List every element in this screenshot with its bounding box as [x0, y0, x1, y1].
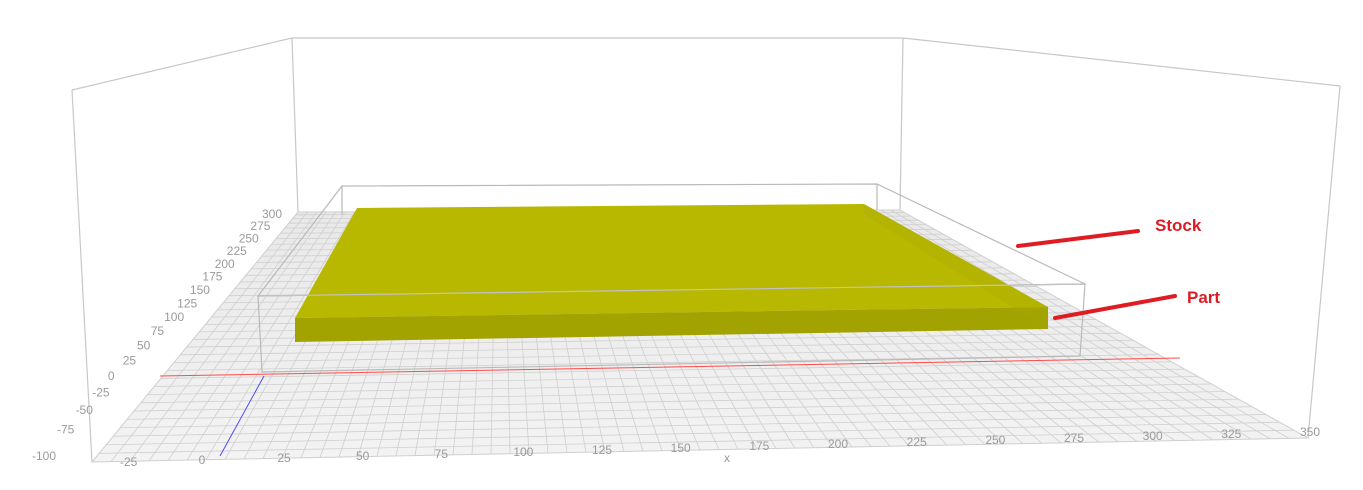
x-axis-label: x [724, 451, 730, 465]
x-tick-label: 125 [592, 443, 612, 457]
y-tick-label: 75 [151, 324, 165, 338]
3d-viewport[interactable]: -25 0 25 50 75 100 125 150 175 200 225 250 275 300 325… [0, 0, 1363, 490]
y-tick-label: 300 [262, 207, 282, 221]
y-tick-label: 250 [239, 232, 259, 246]
stock-annotation: Stock [1016, 216, 1202, 248]
x-tick-label: 75 [435, 447, 449, 461]
x-tick-label: 250 [985, 433, 1005, 447]
y-tick-label: -25 [92, 386, 110, 400]
x-tick-label: 0 [199, 453, 206, 467]
y-tick-label: 25 [123, 354, 137, 368]
y-tick-label: -100 [32, 449, 56, 463]
y-tick-label: 150 [190, 283, 210, 297]
part-annotation: Part [1053, 288, 1220, 320]
x-tick-label: 25 [277, 451, 291, 465]
y-tick-label: 225 [227, 244, 247, 258]
x-tick-label: 150 [671, 441, 691, 455]
x-tick-label: 300 [1143, 429, 1163, 443]
y-tick-label: -75 [57, 423, 75, 437]
stock-label: Stock [1155, 216, 1202, 235]
stock-pointer-line [1016, 229, 1140, 248]
y-tick-label: -50 [76, 403, 94, 417]
part-plate[interactable] [295, 204, 1048, 342]
x-tick-label: 175 [749, 439, 769, 453]
y-tick-label: 175 [202, 270, 222, 284]
y-tick-label: 100 [164, 310, 184, 324]
y-tick-label: 50 [137, 339, 151, 353]
x-tick-label: -25 [120, 455, 138, 469]
y-tick-label: 125 [177, 296, 197, 310]
x-tick-label: 325 [1221, 427, 1241, 441]
y-tick-label: 0 [108, 369, 115, 383]
y-tick-label: 200 [215, 257, 235, 271]
x-tick-label: 275 [1064, 431, 1084, 445]
x-tick-label: 225 [907, 435, 927, 449]
x-tick-label: 50 [356, 449, 370, 463]
x-tick-label: 200 [828, 437, 848, 451]
x-tick-label: 350 [1300, 425, 1320, 439]
y-tick-label: 275 [250, 219, 270, 233]
x-tick-label: 100 [513, 445, 533, 459]
part-label: Part [1187, 288, 1220, 307]
